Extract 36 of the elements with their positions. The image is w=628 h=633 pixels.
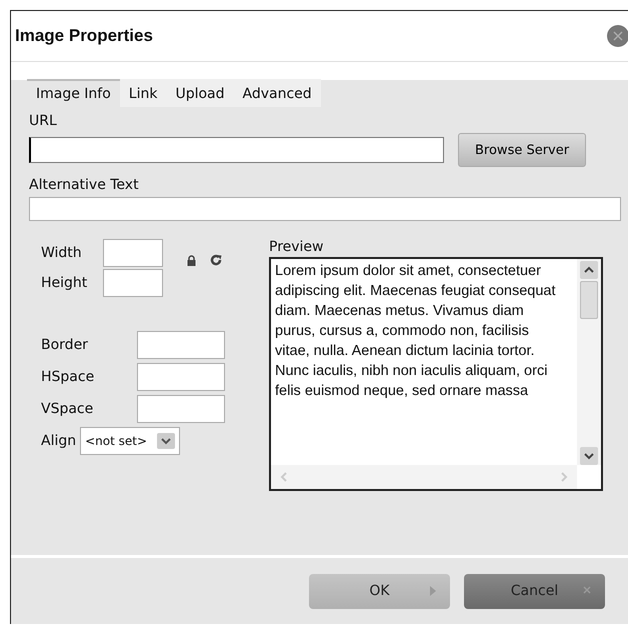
spacing-field[interactable] [137, 395, 225, 423]
preview-text: Lorem ipsum dolor sit amet, consectetuer adipiscing elit. Maecenas feugiat consequat diam. Maecenas metus. Vivamus diam purus, cursus a, commodo non, facilisis vitae, nulla. Aenean dictum lacinia tortor. Nunc iaculis, nibh non iaculis aliquam, orci felis euismod neque, sed ornare massa [275, 262, 557, 401]
reset-icon[interactable] [210, 254, 222, 266]
lock-icon[interactable] [187, 255, 196, 266]
url-field[interactable] [29, 137, 444, 163]
chevron-down-icon [157, 433, 176, 449]
tab[interactable]: Advanced [234, 79, 321, 107]
vertical-scrollbar[interactable] [577, 259, 601, 465]
horizontal-scrollbar[interactable] [271, 465, 577, 489]
cancel-button[interactable]: Cancel [464, 574, 605, 608]
alt-text-field[interactable] [29, 197, 621, 221]
tab[interactable]: Upload [166, 79, 234, 107]
spacing-field[interactable] [137, 363, 225, 391]
scroll-up-icon[interactable] [580, 261, 598, 279]
size-field[interactable] [103, 239, 163, 267]
field-label: HSpace [41, 369, 96, 385]
field-label: Align [41, 433, 76, 449]
field-label: Border [41, 337, 89, 353]
field-label: Preview [269, 239, 324, 255]
field-label: Alternative Text [29, 177, 139, 193]
size-field[interactable] [103, 269, 163, 297]
close-icon [583, 586, 591, 594]
field-label: Width [41, 245, 83, 261]
scroll-thumb[interactable] [580, 281, 598, 319]
field-label: VSpace [41, 401, 94, 417]
align-dropdown[interactable]: <not set> [80, 427, 180, 455]
ok-button[interactable]: OK [309, 574, 450, 608]
field-label: URL [29, 113, 57, 129]
scroll-down-icon[interactable] [580, 447, 598, 465]
browse-server-button[interactable]: Browse Server [458, 133, 586, 167]
dialog-title: Image Properties [15, 26, 153, 46]
tab[interactable]: Link [120, 79, 166, 107]
spacing-field[interactable] [137, 331, 225, 359]
field-label: Height [41, 275, 88, 291]
triangle-right-icon [430, 586, 436, 596]
close-icon[interactable] [607, 25, 628, 47]
